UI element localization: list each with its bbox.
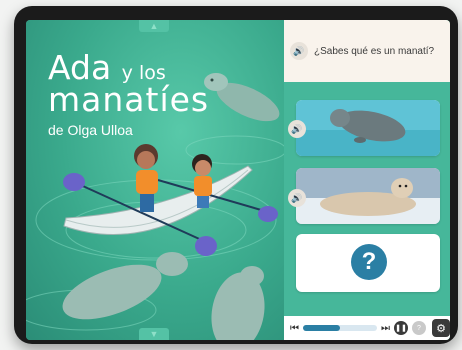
question-mark-icon: ? <box>351 244 387 280</box>
skip-back-icon[interactable]: ⏮ <box>290 323 299 334</box>
book-author: de Olga Ulloa <box>48 122 133 138</box>
answer-option-unknown[interactable]: ? <box>296 234 440 292</box>
manatee-top-illustration <box>204 73 280 122</box>
progress-bar[interactable] <box>303 325 377 331</box>
manatee-bottom-illustration <box>62 252 265 340</box>
question-bar: 🔊 ¿Sabes qué es un manatí? <box>284 20 450 82</box>
quiz-panel: 🔊 ¿Sabes qué es un manatí? 🔊 🔊 ? ⏮ ⏭ ❚❚ … <box>284 20 450 340</box>
next-page-tab[interactable]: ▼ <box>139 328 169 340</box>
help-icon[interactable]: ? <box>412 321 426 335</box>
answer-option-seal[interactable] <box>296 168 440 224</box>
player-controls: ⏮ ⏭ ❚❚ ? ⚙ <box>284 316 450 340</box>
progress-fill <box>303 325 340 331</box>
speaker-icon[interactable]: 🔊 <box>288 120 306 138</box>
skip-forward-icon[interactable]: ⏭ <box>381 323 390 334</box>
book-cover[interactable]: ▲ Ada y los manatíes de Olga Ulloa ▼ <box>26 20 284 340</box>
question-text: ¿Sabes qué es un manatí? <box>314 45 435 57</box>
gear-icon[interactable]: ⚙ <box>432 319 450 337</box>
book-title-line-2: manatíes <box>48 80 210 119</box>
speaker-icon[interactable]: 🔊 <box>288 189 306 207</box>
tablet-frame: ▲ Ada y los manatíes de Olga Ulloa ▼ 🔊 ¿… <box>14 6 458 344</box>
manatee-photo <box>296 100 440 156</box>
seal-photo <box>296 168 440 224</box>
pause-icon[interactable]: ❚❚ <box>394 321 408 335</box>
chevron-down-icon: ▼ <box>149 329 159 339</box>
speaker-icon[interactable]: 🔊 <box>290 42 308 60</box>
app-screen: ▲ Ada y los manatíes de Olga Ulloa ▼ 🔊 ¿… <box>26 20 450 340</box>
answer-option-manatee[interactable] <box>296 100 440 156</box>
